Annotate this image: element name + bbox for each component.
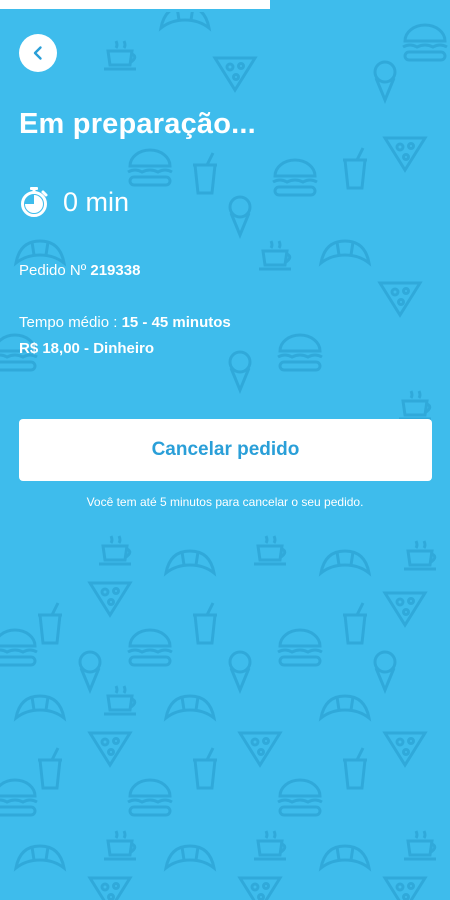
- elapsed-timer: 0 min: [19, 186, 129, 218]
- price-payment-row: R$ 18,00 - Dinheiro: [19, 336, 231, 362]
- chevron-left-icon: [33, 46, 42, 60]
- order-progress-fill: [0, 0, 270, 9]
- order-number: Pedido Nº 219338: [19, 262, 140, 279]
- cancel-order-button[interactable]: Cancelar pedido: [19, 419, 432, 481]
- back-button[interactable]: [19, 34, 57, 72]
- average-time-value: 15 - 45 minutos: [121, 314, 231, 331]
- order-number-value: 219338: [90, 262, 141, 279]
- order-details: Tempo médio : 15 - 45 minutos R$ 18,00 -…: [19, 310, 231, 362]
- cancel-deadline-note: Você tem até 5 minutos para cancelar o s…: [86, 495, 364, 509]
- order-progress-bar: [0, 0, 450, 12]
- average-time-label: Tempo médio :: [19, 314, 118, 331]
- price-payment-value: R$ 18,00 - Dinheiro: [19, 340, 155, 357]
- average-time-row: Tempo médio : 15 - 45 minutos: [19, 310, 231, 336]
- order-number-label: Pedido Nº: [19, 262, 87, 279]
- stopwatch-icon: [21, 187, 48, 217]
- elapsed-time-text: 0 min: [63, 186, 130, 217]
- page-title: Em preparação...: [19, 108, 256, 140]
